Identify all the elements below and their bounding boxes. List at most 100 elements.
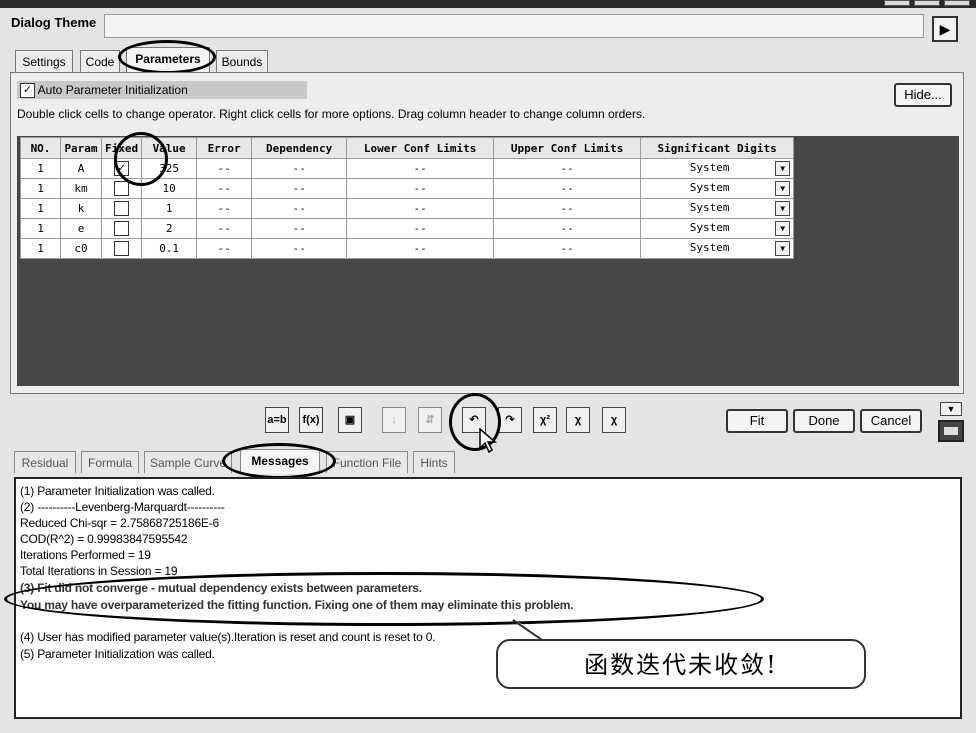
done-button[interactable]: Done — [793, 409, 855, 433]
cell-no[interactable]: 1 — [20, 218, 61, 239]
column-header[interactable]: Lower Conf Limits — [346, 137, 495, 159]
table-row[interactable]: 1 k 1 -- -- -- -- System ▼ — [20, 198, 795, 219]
collapse-icon[interactable]: ▼ — [940, 402, 962, 416]
cell-no[interactable]: 1 — [20, 158, 61, 179]
column-header[interactable]: Upper Conf Limits — [493, 137, 642, 159]
message-line: (5) Parameter Initialization was called. — [20, 647, 215, 661]
cell-lower[interactable]: -- — [346, 218, 495, 239]
cell-upper[interactable]: -- — [493, 198, 642, 219]
auto-parameter-row[interactable]: ✓ Auto Parameter Initialization — [17, 81, 307, 99]
chevron-down-icon[interactable]: ▼ — [775, 201, 791, 216]
tab-formula[interactable]: Formula — [81, 451, 139, 473]
down-arrow-icon[interactable]: ↓ — [382, 407, 406, 433]
fit-button[interactable]: Fit — [726, 409, 788, 433]
cell-upper[interactable]: -- — [493, 158, 642, 179]
one-iteration-icon[interactable]: χ — [566, 407, 590, 433]
digits-value: System — [689, 181, 730, 194]
cell-digits[interactable]: System ▼ — [640, 238, 795, 259]
cell-param[interactable]: e — [60, 218, 102, 239]
cell-fixed[interactable] — [100, 218, 143, 239]
cell-lower[interactable]: -- — [346, 158, 495, 179]
cell-digits[interactable]: System ▼ — [640, 218, 795, 239]
mouse-cursor-icon — [479, 428, 498, 454]
auto-param-label: Auto Parameter Initialization — [37, 83, 188, 97]
highlight-ellipse — [118, 40, 216, 74]
fixed-checkbox[interactable] — [114, 181, 130, 196]
cell-error[interactable]: -- — [196, 158, 253, 179]
cell-fixed[interactable] — [100, 198, 143, 219]
chevron-down-icon[interactable]: ▼ — [775, 181, 791, 196]
fixed-checkbox[interactable] — [114, 221, 130, 236]
cell-upper[interactable]: -- — [493, 178, 642, 199]
cell-no[interactable]: 1 — [20, 238, 61, 259]
cell-dependency[interactable]: -- — [251, 198, 348, 219]
chevron-down-icon[interactable]: ▼ — [775, 161, 791, 176]
cell-dependency[interactable]: -- — [251, 238, 348, 259]
redo-icon[interactable]: ↷ — [498, 407, 522, 433]
cell-error[interactable]: -- — [196, 198, 253, 219]
cell-param[interactable]: A — [60, 158, 102, 179]
column-header[interactable]: Dependency — [251, 137, 348, 159]
swap-icon[interactable]: ⇵ — [418, 407, 442, 433]
auto-param-checkbox[interactable]: ✓ — [20, 83, 35, 99]
tab-settings[interactable]: Settings — [15, 50, 73, 72]
tab-hints[interactable]: Hints — [413, 451, 455, 473]
panel-toggle-icon[interactable] — [938, 420, 964, 442]
cell-digits[interactable]: System ▼ — [640, 158, 795, 179]
param-init-icon[interactable]: a=b — [265, 407, 289, 433]
cell-digits[interactable]: System ▼ — [640, 178, 795, 199]
cell-no[interactable]: 1 — [20, 178, 61, 199]
chevron-down-icon[interactable]: ▼ — [775, 221, 791, 236]
cell-upper[interactable]: -- — [493, 218, 642, 239]
tab-bounds[interactable]: Bounds — [216, 50, 268, 72]
cell-value[interactable]: 0.1 — [141, 238, 198, 259]
tab-sample-curve[interactable]: Sample Curve — [144, 451, 232, 473]
save-icon[interactable]: ▣ — [338, 407, 362, 433]
cell-dependency[interactable]: -- — [251, 158, 348, 179]
highlight-ellipse — [222, 443, 336, 479]
cancel-button[interactable]: Cancel — [860, 409, 922, 433]
dialog-theme-combo[interactable] — [104, 14, 924, 38]
window-button[interactable] — [884, 0, 910, 6]
chi-square-icon[interactable]: χ² — [533, 407, 557, 433]
table-row[interactable]: 1 e 2 -- -- -- -- System ▼ — [20, 218, 795, 239]
cell-lower[interactable]: -- — [346, 238, 495, 259]
cell-fixed[interactable] — [100, 238, 143, 259]
tab-residual[interactable]: Residual — [14, 451, 76, 473]
message-line: COD(R^2) = 0.99983847595542 — [20, 532, 188, 546]
cell-upper[interactable]: -- — [493, 238, 642, 259]
highlight-ellipse — [4, 572, 764, 626]
cell-value[interactable]: 2 — [141, 218, 198, 239]
table-row[interactable]: 1 c0 0.1 -- -- -- -- System ▼ — [20, 238, 795, 259]
cell-dependency[interactable]: -- — [251, 218, 348, 239]
column-header[interactable]: NO. — [20, 137, 61, 159]
fixed-checkbox[interactable] — [114, 241, 130, 256]
fit-until-converged-icon[interactable]: χ — [602, 407, 626, 433]
cell-param[interactable]: c0 — [60, 238, 102, 259]
chevron-down-icon[interactable]: ▼ — [775, 241, 791, 256]
cell-error[interactable]: -- — [196, 218, 253, 239]
column-header[interactable]: Significant Digits — [640, 137, 795, 159]
window-button[interactable] — [944, 0, 970, 6]
fixed-checkbox[interactable] — [114, 201, 130, 216]
tab-function-file[interactable]: Function File — [326, 451, 408, 473]
cell-error[interactable]: -- — [196, 178, 253, 199]
cell-param[interactable]: km — [60, 178, 102, 199]
column-header[interactable]: Param — [60, 137, 102, 159]
message-line: (4) User has modified parameter value(s)… — [20, 630, 436, 644]
cell-error[interactable]: -- — [196, 238, 253, 259]
cell-lower[interactable]: -- — [346, 198, 495, 219]
cell-digits[interactable]: System ▼ — [640, 198, 795, 219]
cell-param[interactable]: k — [60, 198, 102, 219]
function-icon[interactable]: f(x) — [299, 407, 323, 433]
dialog-theme-label: Dialog Theme — [11, 15, 97, 30]
cell-dependency[interactable]: -- — [251, 178, 348, 199]
cell-value[interactable]: 1 — [141, 198, 198, 219]
hide-button[interactable]: Hide... — [894, 83, 952, 107]
theme-menu-arrow-icon[interactable]: ▶ — [932, 16, 958, 42]
cell-no[interactable]: 1 — [20, 198, 61, 219]
window-button[interactable] — [914, 0, 940, 6]
cell-lower[interactable]: -- — [346, 178, 495, 199]
tab-code[interactable]: Code — [80, 50, 120, 72]
column-header[interactable]: Error — [196, 137, 253, 159]
